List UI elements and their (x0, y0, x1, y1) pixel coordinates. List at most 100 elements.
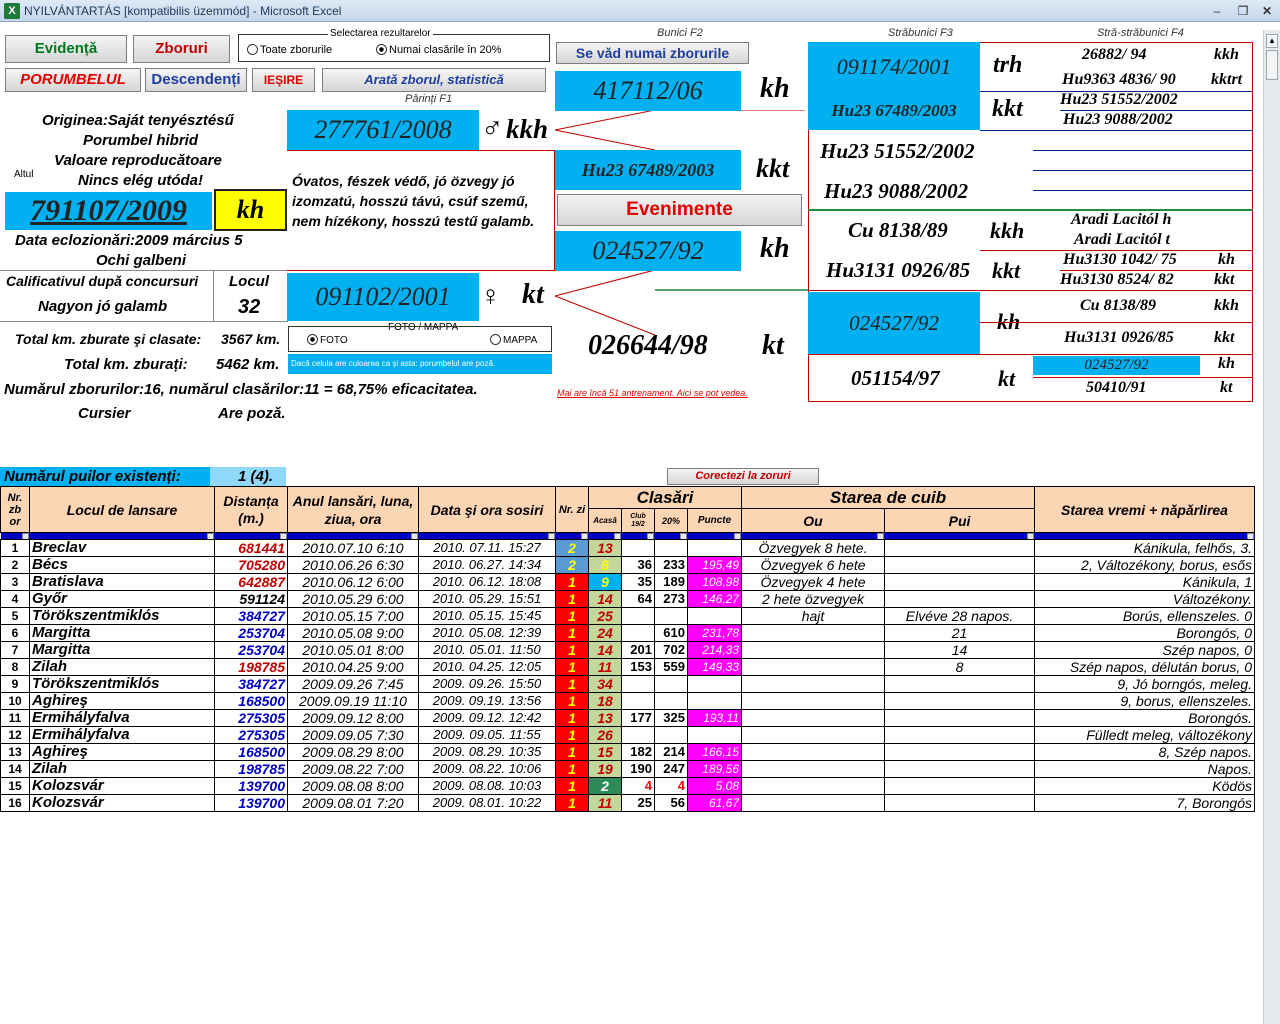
table-row[interactable]: 4 Győr 591124 2010.05.29 6:00 2010. 05.29. 1… (0, 590, 1255, 608)
filter-dropdown-icon[interactable] (654, 532, 688, 540)
evenimente-button[interactable]: Evenimente (557, 194, 802, 226)
row-nrzi-cell[interactable]: 1 (555, 760, 589, 778)
row-club-cell[interactable]: 64 (621, 590, 655, 608)
row-club-cell[interactable]: 25 (621, 794, 655, 812)
filter-arrow-icon[interactable] (679, 533, 687, 540)
row-puncte-cell[interactable] (687, 692, 742, 710)
row-20-cell[interactable]: 233 (654, 556, 688, 574)
row-vreme-cell[interactable]: Borongós, 0 (1034, 624, 1255, 642)
row-dist-cell[interactable]: 591124 (214, 590, 288, 608)
row-data-cell[interactable]: 2009. 09.05. 11:55 (418, 726, 556, 744)
row-nrzi-cell[interactable]: 1 (555, 709, 589, 727)
row-club-cell[interactable]: 4 (621, 777, 655, 795)
minimize-button[interactable]: – (1210, 4, 1224, 18)
great-6-ring[interactable]: Hu3131 0926/85 (826, 258, 970, 283)
row-20-cell[interactable]: 247 (654, 760, 688, 778)
se-vad-button[interactable]: Se vǎd numai zborurile (556, 42, 749, 64)
row-puncte-cell[interactable] (687, 675, 742, 693)
row-vreme-cell[interactable]: 9, borus, ellenszeles. (1034, 692, 1255, 710)
row-nrzi-cell[interactable]: 1 (555, 624, 589, 642)
row-acasa-cell[interactable]: 14 (588, 641, 622, 659)
row-dist-cell[interactable]: 253704 (214, 624, 288, 642)
row-data-cell[interactable]: 2010. 06.27. 14:34 (418, 556, 556, 574)
f4-5-ring[interactable]: Aradi Lacitól h (1071, 211, 1171, 229)
great-8-ring[interactable]: 051154/97 (851, 366, 940, 391)
row-dist-cell[interactable]: 139700 (214, 794, 288, 812)
filter-arrow-icon[interactable] (206, 533, 214, 540)
row-club-cell[interactable] (621, 607, 655, 625)
row-acasa-cell[interactable]: 15 (588, 743, 622, 761)
row-puncte-cell[interactable] (687, 726, 742, 744)
row-20-cell[interactable]: 273 (654, 590, 688, 608)
filter-arrow-icon[interactable] (1026, 533, 1034, 540)
f4-10-ring[interactable]: Hu3131 0926/85 (1064, 329, 1174, 347)
row-club-cell[interactable] (621, 675, 655, 693)
f4-3-ring[interactable]: Hu23 51552/2002 (1060, 91, 1178, 109)
row-dist-cell[interactable]: 198785 (214, 760, 288, 778)
row-vreme-cell[interactable]: Kánikula, 1 (1034, 573, 1255, 591)
row-acasa-cell[interactable]: 2 (588, 777, 622, 795)
row-club-cell[interactable] (621, 539, 655, 557)
row-acasa-cell[interactable]: 11 (588, 658, 622, 676)
scroll-thumb[interactable] (1266, 50, 1278, 80)
row-vreme-cell[interactable]: Borús, ellenszeles. 0 (1034, 607, 1255, 625)
table-row[interactable]: 5 Törökszentmiklós 384727 2010.05.15 7:00 20… (0, 607, 1255, 625)
table-row[interactable]: 6 Margitta 253704 2010.05.08 9:00 2010. 05.0… (0, 624, 1255, 642)
row-dist-cell[interactable]: 275305 (214, 726, 288, 744)
row-loc-cell[interactable]: Kolozsvár (29, 777, 215, 795)
row-vreme-cell[interactable]: 2, Változékony, borus, esős (1034, 556, 1255, 574)
table-row[interactable]: 2 Bécs 705280 2010.06.26 6:30 2010. 06.27. 1… (0, 556, 1255, 574)
row-20-cell[interactable] (654, 607, 688, 625)
row-ou-cell[interactable] (741, 624, 885, 642)
row-vreme-cell[interactable]: Borongós. (1034, 709, 1255, 727)
row-acasa-cell[interactable]: 34 (588, 675, 622, 693)
row-an-cell[interactable]: 2010.05.29 6:00 (287, 590, 419, 608)
row-dist-cell[interactable]: 681441 (214, 539, 288, 557)
filter-dropdown-icon[interactable] (588, 532, 622, 540)
row-an-cell[interactable]: 2010.07.10 6:10 (287, 539, 419, 557)
row-loc-cell[interactable]: Bratislava (29, 573, 215, 591)
row-an-cell[interactable]: 2010.04.25 9:00 (287, 658, 419, 676)
grandparent-4-ring[interactable]: 026644/98 (588, 330, 708, 362)
father-ring[interactable]: 277761/2008 (287, 110, 479, 150)
row-nr-cell[interactable]: 11 (0, 709, 30, 727)
row-an-cell[interactable]: 2009.08.01 7:20 (287, 794, 419, 812)
row-data-cell[interactable]: 2010. 06.12. 18:08 (418, 573, 556, 591)
row-data-cell[interactable]: 2010. 07.11. 15:27 (418, 539, 556, 557)
row-nrzi-cell[interactable]: 1 (555, 607, 589, 625)
table-row[interactable]: 9 Törökszentmiklós 384727 2009.09.26 7:45 20… (0, 675, 1255, 693)
filter-dropdown-icon[interactable] (287, 532, 419, 540)
row-nrzi-cell[interactable]: 1 (555, 794, 589, 812)
row-pui-cell[interactable] (884, 556, 1035, 574)
row-acasa-cell[interactable]: 13 (588, 539, 622, 557)
row-an-cell[interactable]: 2010.05.15 7:00 (287, 607, 419, 625)
row-loc-cell[interactable]: Ermihályfalva (29, 709, 215, 727)
row-loc-cell[interactable]: Bécs (29, 556, 215, 574)
row-pui-cell[interactable] (884, 726, 1035, 744)
row-club-cell[interactable]: 190 (621, 760, 655, 778)
row-data-cell[interactable]: 2009. 09.19. 13:56 (418, 692, 556, 710)
row-ou-cell[interactable] (741, 777, 885, 795)
row-an-cell[interactable]: 2009.08.08 8:00 (287, 777, 419, 795)
row-club-cell[interactable]: 153 (621, 658, 655, 676)
row-nr-cell[interactable]: 15 (0, 777, 30, 795)
table-row[interactable]: 16 Kolozsvár 139700 2009.08.01 7:20 2009. 08… (0, 794, 1255, 812)
row-puncte-cell[interactable] (687, 539, 742, 557)
row-pui-cell[interactable] (884, 709, 1035, 727)
row-nr-cell[interactable]: 13 (0, 743, 30, 761)
row-nr-cell[interactable]: 16 (0, 794, 30, 812)
row-nrzi-cell[interactable]: 1 (555, 658, 589, 676)
porumbelul-button[interactable]: PORUMBELUL (5, 68, 141, 92)
filter-arrow-icon[interactable] (547, 533, 555, 540)
row-data-cell[interactable]: 2010. 05.01. 11:50 (418, 641, 556, 659)
filter-dropdown-icon[interactable] (555, 532, 589, 540)
radio-numai-circle[interactable] (376, 44, 387, 55)
row-loc-cell[interactable]: Aghireş (29, 692, 215, 710)
row-puncte-cell[interactable]: 189,56 (687, 760, 742, 778)
radio-mappa-circle[interactable] (490, 334, 501, 345)
row-club-cell[interactable]: 35 (621, 573, 655, 591)
row-acasa-cell[interactable]: 11 (588, 794, 622, 812)
row-pui-cell[interactable] (884, 590, 1035, 608)
row-nr-cell[interactable]: 12 (0, 726, 30, 744)
row-loc-cell[interactable]: Zilah (29, 658, 215, 676)
